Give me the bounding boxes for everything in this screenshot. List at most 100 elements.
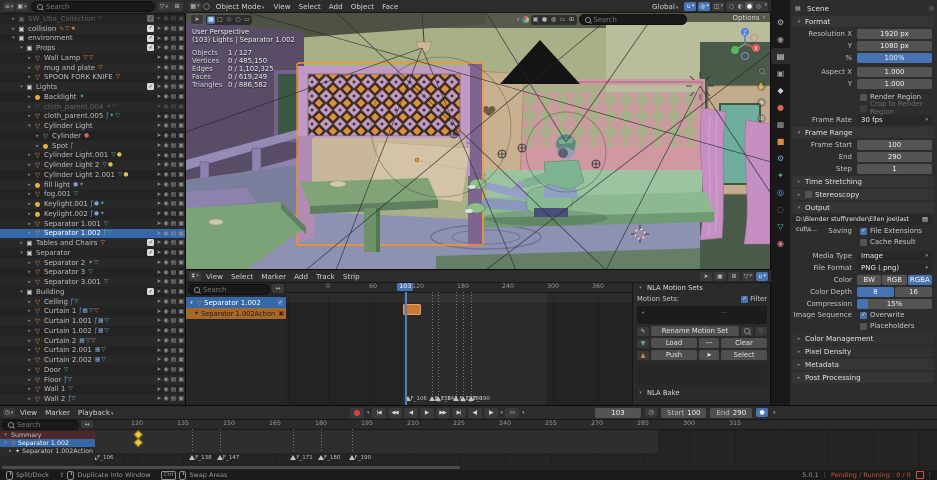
outliner-row[interactable]: ▸▽Separator 2✦▽➤◉▤▣ [0, 258, 186, 268]
nla-bake-panel-header[interactable]: ▾NLA Bake [637, 389, 767, 397]
disable-viewport-icon[interactable]: ▤ [171, 376, 177, 383]
selectable-icon[interactable]: ➤ [156, 191, 161, 198]
selectable-icon[interactable]: ➤ [156, 317, 161, 324]
selectable-icon[interactable]: ➤ [156, 161, 161, 168]
expander-icon[interactable]: ▸ [34, 143, 41, 149]
select-box-icon[interactable]: ▦ [207, 16, 215, 24]
disable-render-icon[interactable]: ▣ [178, 220, 184, 227]
hide-viewport-icon[interactable]: ◉ [163, 83, 168, 90]
selectable-icon[interactable]: ➤ [156, 181, 161, 188]
outliner-row[interactable]: ▸●fill light●✦➤◉▤▣ [0, 180, 186, 190]
tab-world[interactable]: ● [771, 99, 790, 115]
motion-sets-list[interactable]: • — [637, 306, 767, 324]
disable-viewport-icon[interactable]: ▤ [171, 210, 177, 217]
selectable-icon[interactable]: ➤ [156, 142, 161, 149]
selectable-icon[interactable]: ➤ [156, 356, 161, 363]
disable-render-icon[interactable]: ▣ [178, 278, 184, 285]
disable-viewport-icon[interactable]: ▤ [171, 317, 177, 324]
hide-viewport-icon[interactable]: ◉ [163, 386, 168, 393]
selectable-icon[interactable]: ➤ [156, 259, 161, 266]
expander-icon[interactable]: ▸ [26, 172, 33, 178]
outliner-row[interactable]: ▸▣Tables and Chairs▽✓➤◉▤▣ [0, 238, 186, 248]
camera-view-icon[interactable]: ◉ [757, 98, 766, 107]
disable-viewport-icon[interactable]: ▤ [171, 152, 177, 159]
expander-icon[interactable]: ▸ [26, 55, 33, 61]
shading-dropdown-icon[interactable]: ▾ [764, 2, 767, 10]
object-name[interactable]: Building [36, 288, 64, 296]
selectable-icon[interactable]: ➤ [156, 249, 161, 256]
menu-add[interactable]: Add [290, 272, 312, 281]
expander-icon[interactable]: ▸ [26, 94, 33, 100]
disable-viewport-icon[interactable]: ▤ [171, 35, 177, 42]
hide-viewport-icon[interactable]: ◉ [163, 64, 168, 71]
disable-render-icon[interactable]: ▣ [178, 366, 184, 373]
expander-icon[interactable]: ▸ [26, 260, 33, 266]
menu-marker[interactable]: Marker [257, 272, 290, 281]
hide-viewport-icon[interactable]: ◉ [163, 337, 168, 344]
disable-render-icon[interactable]: ▣ [178, 152, 184, 159]
outliner-row[interactable]: ▸▽Curtain 1ƒ▦▽▽➤◉▤▣ [0, 307, 186, 317]
disable-viewport-icon[interactable]: ▤ [171, 249, 177, 256]
hide-viewport-icon[interactable]: ◉ [163, 132, 168, 139]
disable-render-icon[interactable]: ▣ [178, 44, 184, 51]
outliner-row[interactable]: ▸▽cloth_parent.005ƒ✦▽➤◉▤▣ [0, 112, 186, 122]
disable-render-icon[interactable]: ▣ [178, 15, 184, 22]
disable-viewport-icon[interactable]: ▤ [171, 83, 177, 90]
selectable-icon[interactable]: ➤ [156, 132, 161, 139]
disable-render-icon[interactable]: ▣ [178, 308, 184, 315]
field-compression[interactable]: 15% [857, 299, 932, 309]
expander-icon[interactable]: ▸ [26, 367, 33, 373]
outliner-search-input[interactable]: Search [31, 1, 155, 12]
selectable-icon[interactable]: ➤ [156, 74, 161, 81]
frame-forward-button[interactable]: |▶ [484, 408, 498, 418]
expander-icon[interactable]: ▸ [26, 152, 33, 158]
hide-viewport-icon[interactable]: ◉ [163, 74, 168, 81]
disable-viewport-icon[interactable]: ▤ [171, 327, 177, 334]
hide-viewport-icon[interactable]: ◉ [163, 113, 168, 120]
disable-render-icon[interactable]: ▣ [178, 269, 184, 276]
disable-render-icon[interactable]: ▣ [178, 356, 184, 363]
options-dropdown[interactable]: Options▾ [732, 14, 765, 22]
frame-end-field[interactable]: End290 [710, 408, 752, 418]
expand-icon[interactable]: ↔ [272, 284, 284, 293]
snap-target-icon[interactable]: ⊞ [568, 16, 576, 24]
load-icon[interactable]: ▼ [637, 339, 649, 348]
selectable-icon[interactable]: ➤ [156, 171, 161, 178]
hide-viewport-icon[interactable]: ◉ [163, 259, 168, 266]
disable-render-icon[interactable]: ▣ [178, 259, 184, 266]
expander-icon[interactable]: ▸ [10, 16, 17, 22]
disable-viewport-icon[interactable]: ▤ [171, 269, 177, 276]
tab-constraints[interactable]: ◌ [771, 201, 790, 217]
pan-hand-icon[interactable]: ✋ [757, 82, 766, 91]
hide-viewport-icon[interactable]: ◉ [163, 122, 168, 129]
option-8[interactable]: 8 [857, 287, 894, 297]
tab-modifiers[interactable]: ⚙ [771, 150, 790, 166]
menu-marker[interactable]: Marker [41, 408, 74, 417]
outliner-row[interactable]: ▸●Keylight.001ƒ●✦➤◉▤▣ [0, 199, 186, 209]
nla-strip-row[interactable]: ✦ Separator 1.002Action ▣ [186, 308, 286, 319]
hide-viewport-icon[interactable]: ◉ [163, 288, 168, 295]
object-name[interactable]: Curtain 2 [44, 337, 76, 345]
disable-render-icon[interactable]: ▣ [178, 171, 184, 178]
disable-viewport-icon[interactable]: ▤ [171, 74, 177, 81]
menu-select[interactable]: Select [227, 272, 257, 281]
outliner-row[interactable]: ▸▽Wall Lamp▽▽➤◉▤▣ [0, 53, 186, 63]
option-16[interactable]: 16 [895, 287, 932, 297]
hide-viewport-icon[interactable]: ◉ [163, 308, 168, 315]
hide-viewport-icon[interactable]: ◉ [163, 249, 168, 256]
object-name[interactable]: Floor [44, 376, 61, 384]
hide-viewport-icon[interactable]: ◉ [163, 171, 168, 178]
expander-icon[interactable]: ▸ [26, 191, 33, 197]
selectable-icon[interactable]: ➤ [156, 35, 161, 42]
channel-summary[interactable]: ▾Summary [0, 431, 95, 439]
object-name[interactable]: cloth_parent.005 [44, 112, 103, 120]
outliner-row[interactable]: ▾▣environment✓➤◉▤▣ [0, 34, 186, 44]
disable-render-icon[interactable]: ▣ [178, 249, 184, 256]
hide-viewport-icon[interactable]: ◉ [163, 395, 168, 402]
disable-viewport-icon[interactable]: ▤ [171, 191, 177, 198]
panel-header-output[interactable]: ▾Output [792, 202, 934, 213]
expander-icon[interactable]: ▾ [10, 35, 17, 41]
disable-viewport-icon[interactable]: ▤ [171, 93, 177, 100]
shading-material-icon[interactable]: ● [745, 2, 753, 10]
collection-checkbox-icon[interactable]: ✓ [147, 15, 154, 22]
